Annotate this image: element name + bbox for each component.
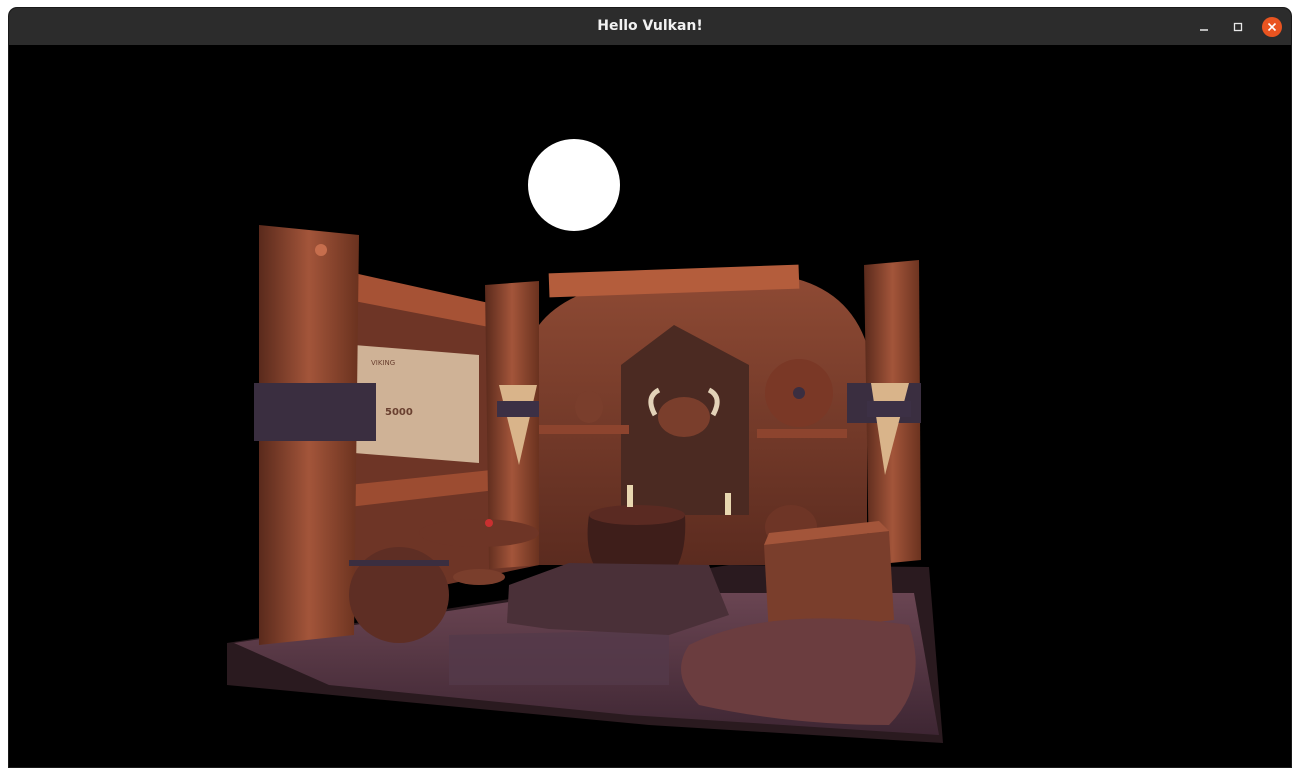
minimize-icon [1200,29,1208,31]
close-button[interactable] [1262,17,1282,37]
left-shelf [539,425,629,434]
candle-left [627,485,633,507]
poster-reward: 5000 [385,407,413,418]
right-torch-band [867,401,911,417]
cauldron-rim [589,505,685,525]
light-source [528,139,620,231]
window-title: Hello Vulkan! [597,18,703,34]
maximize-button[interactable] [1228,17,1248,37]
app-window: Hello Vulkan! VIKING 5000 [9,8,1291,767]
render-viewport[interactable]: VIKING 5000 [9,45,1291,767]
left-post-rivet [315,244,327,256]
apple [485,519,493,527]
left-torch-band [497,401,539,417]
fire-pit [507,563,729,635]
left-post-band [254,383,376,441]
poster-heading: VIKING [371,359,395,367]
viking-helmet [658,397,710,437]
scene-canvas: VIKING 5000 [227,139,943,743]
shield-boss [793,387,805,399]
stool [453,569,505,585]
title-bar[interactable]: Hello Vulkan! [9,8,1291,46]
floor-barrel-band [349,560,449,566]
minimize-button[interactable] [1194,17,1214,37]
round-table [419,519,539,547]
candle-right [725,493,731,515]
maximize-icon [1233,22,1243,32]
shelf-barrel [575,391,603,423]
close-icon [1267,22,1277,32]
right-shelf [757,429,847,438]
floor-tiles [449,630,669,685]
